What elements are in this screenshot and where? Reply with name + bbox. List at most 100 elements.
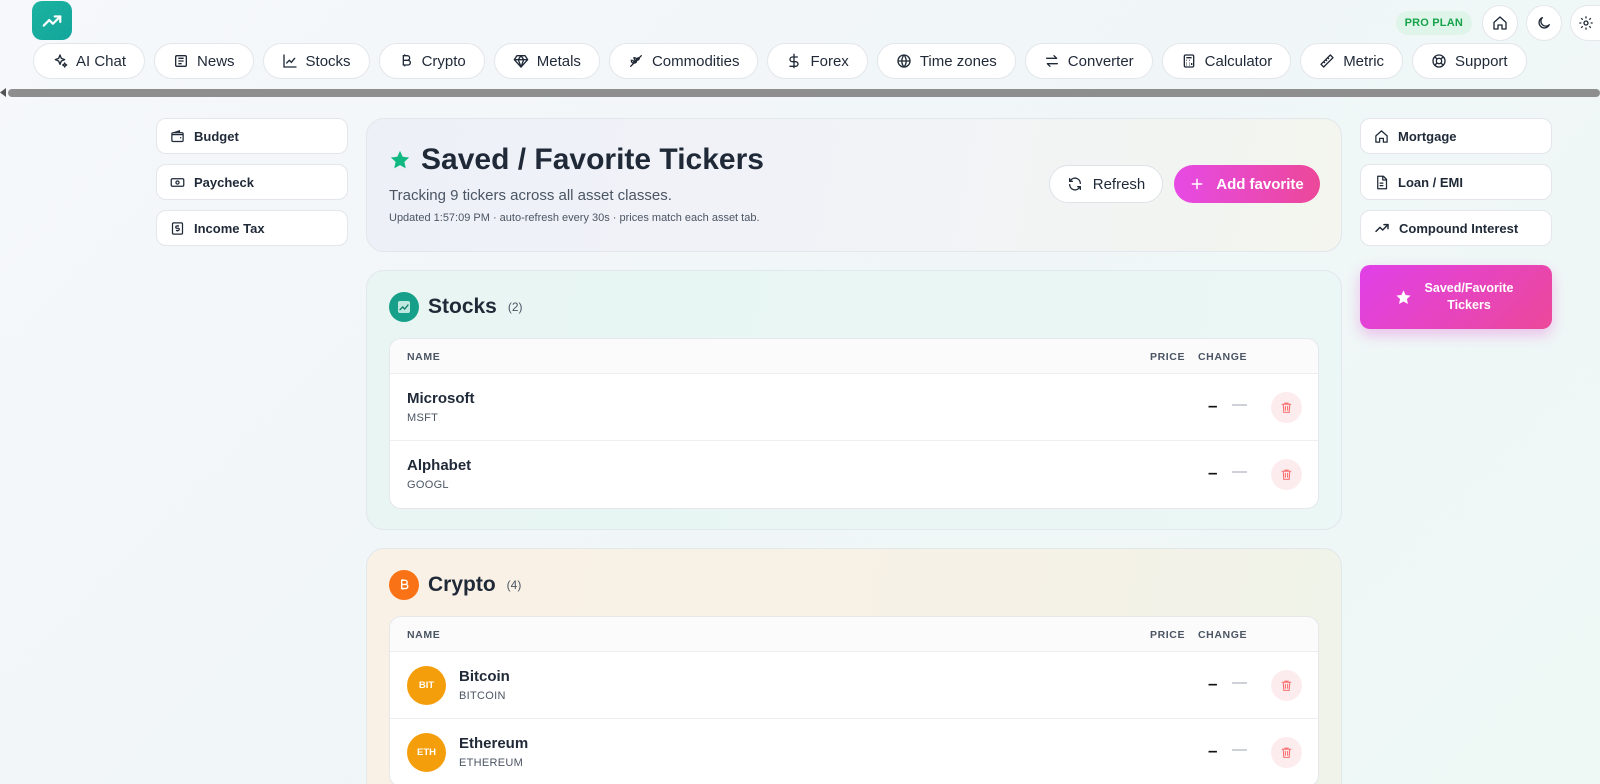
section-count: (2) bbox=[507, 300, 523, 314]
tool-label: Saved/Favorite Tickers bbox=[1424, 281, 1514, 312]
ticker-name: Microsoft bbox=[407, 390, 475, 407]
moon-icon bbox=[1538, 17, 1550, 29]
nav-metals[interactable]: Metals bbox=[493, 43, 600, 79]
dollar-icon bbox=[789, 53, 800, 69]
delete-button[interactable] bbox=[1271, 737, 1302, 768]
settings-button[interactable] bbox=[1570, 5, 1600, 41]
tool-paycheck[interactable]: Paycheck bbox=[156, 164, 348, 200]
chart-line-icon bbox=[282, 54, 297, 68]
tool-compound-interest[interactable]: Compound Interest bbox=[1360, 210, 1552, 246]
nav-forex[interactable]: Forex bbox=[767, 43, 868, 79]
column-price: PRICE bbox=[1150, 629, 1186, 641]
trash-icon bbox=[1281, 747, 1292, 758]
nav-label: Calculator bbox=[1204, 52, 1273, 70]
nav-label: Commodities bbox=[651, 52, 740, 70]
section-title: Stocks bbox=[428, 295, 497, 318]
nav-stocks[interactable]: Stocks bbox=[262, 43, 370, 79]
page-subtitle: Tracking 9 tickers across all asset clas… bbox=[389, 187, 672, 204]
ticker-name: Bitcoin bbox=[459, 668, 510, 685]
nav-time-zones[interactable]: Time zones bbox=[876, 43, 1016, 79]
table-row[interactable]: BIT Bitcoin BITCOIN – — bbox=[390, 652, 1318, 719]
nav-label: AI Chat bbox=[76, 52, 127, 70]
trash-icon bbox=[1281, 469, 1292, 480]
diamond-icon bbox=[513, 55, 529, 68]
nav-scrollbar[interactable] bbox=[0, 88, 1600, 97]
bitcoin-icon bbox=[402, 54, 411, 67]
add-favorite-button[interactable]: Add favorite bbox=[1174, 165, 1320, 203]
add-favorite-label: Add favorite bbox=[1216, 175, 1304, 193]
tool-loan-emi[interactable]: Loan / EMI bbox=[1360, 164, 1552, 200]
theme-toggle-button[interactable] bbox=[1526, 5, 1562, 41]
ticker-price: – bbox=[1208, 674, 1218, 693]
pro-plan-badge: PRO PLAN bbox=[1395, 11, 1472, 35]
ruler-icon bbox=[1320, 54, 1334, 68]
ticker-name: Ethereum bbox=[459, 735, 529, 752]
nav-label: Converter bbox=[1067, 52, 1134, 70]
nav-news[interactable]: News bbox=[154, 43, 254, 79]
tool-budget[interactable]: Budget bbox=[156, 118, 348, 154]
tool-label: Budget bbox=[194, 128, 239, 144]
swap-arrows-icon bbox=[1045, 55, 1058, 67]
home-icon bbox=[1375, 129, 1388, 143]
nav-support[interactable]: Support bbox=[1412, 43, 1527, 79]
bitcoin-icon bbox=[389, 570, 419, 600]
scroll-left-arrow-icon[interactable] bbox=[0, 88, 6, 97]
home-icon bbox=[1493, 16, 1507, 30]
table-header: NAME PRICE CHANGE bbox=[390, 339, 1318, 374]
nav-ai-chat[interactable]: AI Chat bbox=[33, 43, 146, 79]
app-logo[interactable] bbox=[32, 1, 72, 40]
delete-button[interactable] bbox=[1271, 392, 1302, 423]
coin-badge: ETH bbox=[407, 733, 446, 772]
main-nav: AI Chat News Stocks Crypto Metals Commod… bbox=[33, 43, 1527, 79]
stocks-section: Stocks (2) NAME PRICE CHANGE Microsoft M… bbox=[366, 270, 1342, 530]
nav-metric[interactable]: Metric bbox=[1300, 43, 1404, 79]
tool-income-tax[interactable]: Income Tax bbox=[156, 210, 348, 246]
tool-saved-favorite-tickers[interactable]: Saved/Favorite Tickers bbox=[1360, 265, 1552, 329]
home-button[interactable] bbox=[1482, 5, 1518, 41]
coin-badge: BIT bbox=[407, 666, 446, 705]
column-change: CHANGE bbox=[1198, 351, 1248, 363]
tool-label: Paycheck bbox=[194, 174, 254, 190]
nav-label: Metals bbox=[536, 52, 581, 70]
column-name: NAME bbox=[407, 629, 441, 641]
ticker-change: — bbox=[1232, 741, 1247, 758]
page-title-text: Saved / Favorite Tickers bbox=[421, 143, 764, 176]
ticker-symbol: MSFT bbox=[407, 412, 439, 424]
ticker-change: — bbox=[1232, 463, 1247, 480]
update-status: Updated 1:57:09 PM · auto-refresh every … bbox=[389, 212, 760, 224]
sparkles-icon bbox=[54, 54, 68, 68]
delete-button[interactable] bbox=[1271, 459, 1302, 490]
delete-button[interactable] bbox=[1271, 670, 1302, 701]
trending-up-icon bbox=[1375, 223, 1389, 233]
nav-label: Time zones bbox=[919, 52, 997, 70]
nav-crypto[interactable]: Crypto bbox=[378, 43, 485, 79]
table-row[interactable]: Alphabet GOOGL – — bbox=[390, 441, 1318, 508]
section-header: Stocks (2) bbox=[389, 292, 523, 322]
table-row[interactable]: Microsoft MSFT – — bbox=[390, 374, 1318, 441]
nav-label: Support bbox=[1455, 52, 1508, 70]
wallet-icon bbox=[171, 129, 184, 142]
page-title: Saved / Favorite Tickers bbox=[389, 143, 764, 177]
ticker-price: – bbox=[1208, 741, 1218, 760]
scrollbar-thumb[interactable] bbox=[8, 89, 1600, 97]
nav-converter[interactable]: Converter bbox=[1024, 43, 1153, 79]
refresh-label: Refresh bbox=[1092, 175, 1146, 193]
refresh-button[interactable]: Refresh bbox=[1049, 165, 1163, 203]
trending-up-icon bbox=[42, 14, 62, 27]
banknote-icon bbox=[170, 177, 185, 187]
section-count: (4) bbox=[506, 578, 522, 592]
nav-calculator[interactable]: Calculator bbox=[1161, 43, 1292, 79]
ticker-symbol: GOOGL bbox=[407, 479, 449, 491]
document-icon bbox=[1377, 175, 1388, 189]
column-price: PRICE bbox=[1150, 351, 1186, 363]
nav-label: Crypto bbox=[421, 52, 466, 70]
ticker-name: Alphabet bbox=[407, 457, 472, 474]
table-header: NAME PRICE CHANGE bbox=[390, 617, 1318, 652]
tool-mortgage[interactable]: Mortgage bbox=[1360, 118, 1552, 154]
calculator-icon bbox=[1183, 54, 1194, 68]
star-icon bbox=[1396, 289, 1411, 304]
star-icon bbox=[390, 150, 410, 169]
lifebuoy-icon bbox=[1432, 54, 1446, 68]
nav-commodities[interactable]: Commodities bbox=[608, 43, 759, 79]
table-row[interactable]: ETH Ethereum ETHEREUM – — bbox=[390, 719, 1318, 784]
